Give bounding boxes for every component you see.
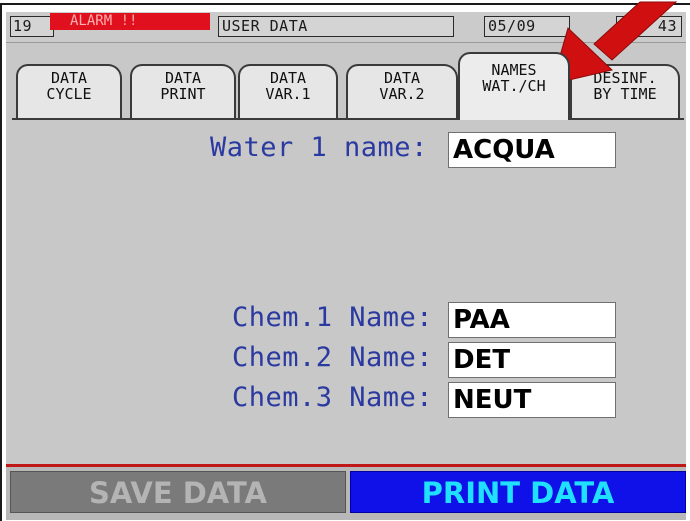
- tab-label-line2: WAT./CH: [482, 77, 546, 95]
- tab-label-line1: DATA: [164, 69, 202, 87]
- tab-label-line2: VAR.1: [265, 85, 311, 103]
- tab-names-wat-ch[interactable]: NAMES WAT./CH: [458, 52, 570, 120]
- status-number: 19: [10, 16, 54, 37]
- save-data-button[interactable]: SAVE DATA: [10, 471, 346, 513]
- date-display: 05/09: [484, 16, 570, 37]
- frame-top: [0, 3, 690, 5]
- print-data-button[interactable]: PRINT DATA: [350, 471, 686, 513]
- tab-label-line1: DESINF.: [593, 69, 657, 87]
- hmi-screen: 19 ALARM !! USER DATA 05/09 09 43 DATA C…: [6, 12, 686, 520]
- tab-label-line1: DATA: [383, 69, 421, 87]
- tab-label-line1: DATA: [50, 69, 88, 87]
- chem2-name-field[interactable]: DET: [448, 342, 616, 378]
- alarm-indicator[interactable]: ALARM !!: [50, 13, 210, 30]
- screen-title: USER DATA: [218, 16, 454, 37]
- tab-label-line2: VAR.2: [379, 85, 425, 103]
- water1-label: Water 1 name:: [210, 132, 428, 163]
- tab-desinf-by-time[interactable]: DESINF. BY TIME: [570, 64, 680, 120]
- chem3-name-field[interactable]: NEUT: [448, 382, 616, 418]
- tab-label-line1: NAMES: [491, 61, 537, 79]
- tab-data-cycle[interactable]: DATA CYCLE: [16, 64, 122, 120]
- status-bar: 19 ALARM !! USER DATA 05/09 09 43: [6, 12, 686, 43]
- chem2-label: Chem.2 Name:: [232, 342, 434, 373]
- time-display: 09 43: [616, 16, 682, 37]
- chem3-label: Chem.3 Name:: [232, 382, 434, 413]
- water1-name-field[interactable]: ACQUA: [448, 132, 616, 168]
- tab-content-panel: Water 1 name: ACQUA Chem.1 Name: PAA Che…: [12, 120, 684, 466]
- frame-left: [0, 3, 2, 521]
- tab-data-print[interactable]: DATA PRINT: [130, 64, 236, 120]
- tab-label-line2: PRINT: [160, 85, 206, 103]
- tab-label-line2: CYCLE: [46, 85, 92, 103]
- chem1-name-field[interactable]: PAA: [448, 302, 616, 338]
- tab-data-var1[interactable]: DATA VAR.1: [238, 64, 338, 120]
- tab-label-line2: BY TIME: [593, 85, 657, 103]
- tab-data-var2[interactable]: DATA VAR.2: [346, 64, 458, 120]
- tab-label-line1: DATA: [269, 69, 307, 87]
- chem1-label: Chem.1 Name:: [232, 302, 434, 333]
- status-number-text: 19: [13, 17, 33, 35]
- bottom-button-bar: SAVE DATA PRINT DATA: [6, 464, 686, 520]
